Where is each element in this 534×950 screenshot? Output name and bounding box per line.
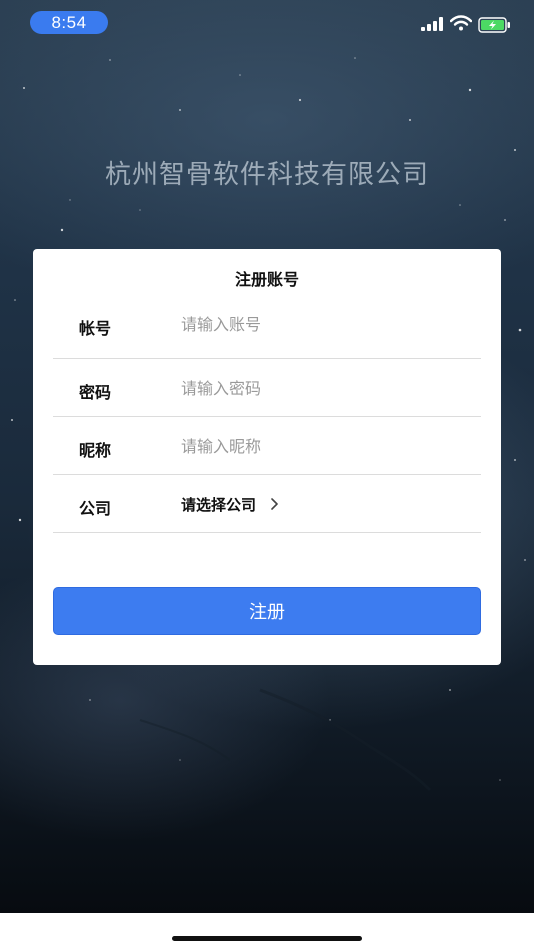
company-row: 公司 请选择公司 <box>53 475 481 533</box>
nickname-label: 昵称 <box>79 441 112 460</box>
register-button[interactable]: 注册 <box>53 587 481 635</box>
password-input[interactable] <box>181 376 471 400</box>
password-label: 密码 <box>79 383 112 402</box>
company-name-heading: 杭州智骨软件科技有限公司 <box>104 160 429 190</box>
register-card-title: 注册账号 <box>234 270 299 289</box>
home-indicator[interactable] <box>172 936 362 941</box>
signal-icon <box>421 17 443 31</box>
battery-charging-icon <box>478 17 510 33</box>
account-label: 帐号 <box>79 319 112 338</box>
password-row: 密码 <box>53 359 481 417</box>
company-select[interactable]: 请选择公司 <box>181 492 280 516</box>
account-input[interactable] <box>181 312 471 336</box>
register-card: 注册账号 帐号 密码 昵称 公司 请选择公司 注册 <box>33 249 501 665</box>
nickname-row: 昵称 <box>53 417 481 475</box>
status-bar: 8:54 <box>0 0 534 44</box>
nickname-input[interactable] <box>181 434 471 458</box>
company-select-text: 请选择公司 <box>181 495 257 514</box>
status-time: 8:54 <box>30 11 108 34</box>
chevron-right-icon <box>271 498 278 510</box>
company-label: 公司 <box>79 499 112 518</box>
account-row: 帐号 <box>53 291 481 359</box>
wifi-icon <box>450 15 472 31</box>
